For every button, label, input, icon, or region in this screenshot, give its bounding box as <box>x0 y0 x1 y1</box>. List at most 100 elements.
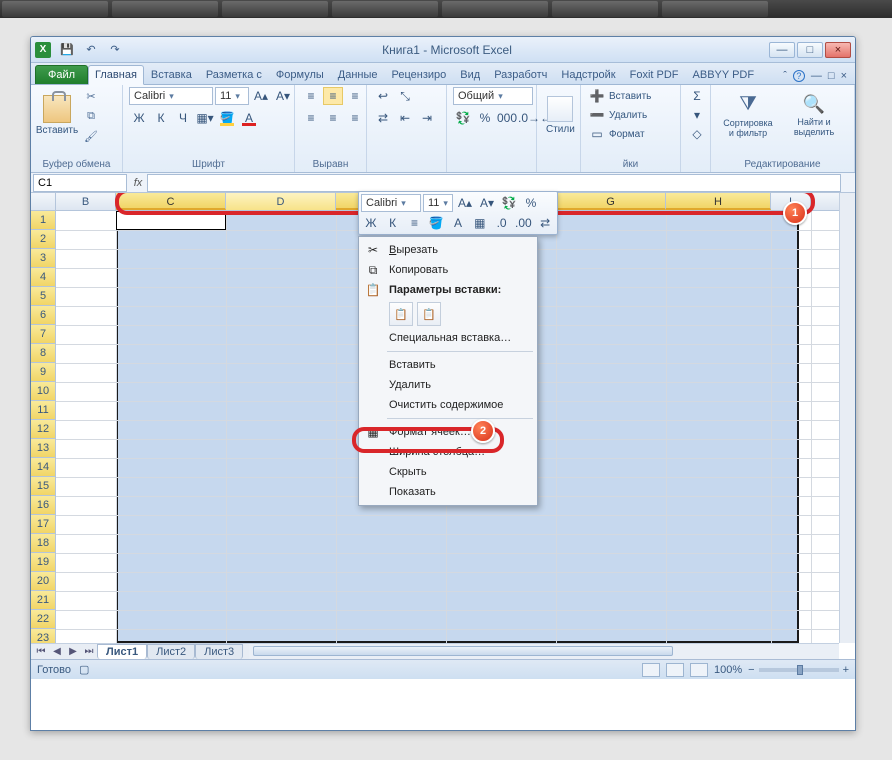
tab-developer[interactable]: Разработч <box>487 65 554 84</box>
comma-button[interactable]: 000 <box>497 109 517 127</box>
paste-option-1[interactable]: 📋 <box>389 302 413 326</box>
redo-button[interactable]: ↷ <box>105 41 125 59</box>
sheet-nav-prev[interactable]: ◀ <box>49 645 65 659</box>
tab-data[interactable]: Данные <box>331 65 385 84</box>
cell-delete-button[interactable]: ➖ <box>587 106 607 124</box>
row-header-6[interactable]: 6 <box>31 306 55 325</box>
help-icon[interactable]: ? <box>793 70 805 82</box>
find-select-button[interactable]: 🔍 Найти и выделить <box>783 87 845 143</box>
row-header-5[interactable]: 5 <box>31 287 55 306</box>
row-header-15[interactable]: 15 <box>31 477 55 496</box>
menu-hide[interactable]: Скрыть <box>359 462 537 482</box>
close-button[interactable]: × <box>825 42 851 58</box>
maximize-button[interactable]: □ <box>797 42 823 58</box>
mini-dec-dec[interactable]: .00 <box>513 214 533 232</box>
doc-max-icon[interactable]: □ <box>828 70 835 82</box>
formula-bar[interactable] <box>147 174 841 192</box>
view-break-button[interactable] <box>690 663 708 677</box>
row-header-13[interactable]: 13 <box>31 439 55 458</box>
save-button[interactable]: 💾 <box>57 41 77 59</box>
tab-pagelayout[interactable]: Разметка с <box>199 65 269 84</box>
tab-home[interactable]: Главная <box>88 65 144 85</box>
column-header-B[interactable]: B <box>56 193 116 210</box>
menu-show[interactable]: Показать <box>359 482 537 502</box>
row-header-14[interactable]: 14 <box>31 458 55 477</box>
row-header-22[interactable]: 22 <box>31 610 55 629</box>
menu-column-width[interactable]: Ширина столбца… <box>359 442 537 462</box>
row-header-1[interactable]: 1 <box>31 211 55 230</box>
mini-font-color[interactable]: A <box>448 214 468 232</box>
view-normal-button[interactable] <box>642 663 660 677</box>
bold-button[interactable]: Ж <box>129 109 149 127</box>
cut-button[interactable]: ✂ <box>81 87 101 105</box>
zoom-in-button[interactable]: + <box>843 664 849 676</box>
grow-font-button[interactable]: A▴ <box>251 87 271 105</box>
styles-button[interactable]: Стили <box>543 87 578 143</box>
fill-button[interactable]: ▾ <box>687 106 707 124</box>
row-header-9[interactable]: 9 <box>31 363 55 382</box>
mini-border[interactable]: ▦ <box>470 214 490 232</box>
macro-record-icon[interactable]: ▢ <box>79 663 89 676</box>
undo-button[interactable]: ↶ <box>81 41 101 59</box>
fill-color-button[interactable]: 🪣 <box>217 109 237 127</box>
column-header-H[interactable]: H <box>666 193 771 210</box>
align-left-button[interactable]: ≡ <box>301 109 321 127</box>
merge-button[interactable]: ⇄ <box>373 109 393 127</box>
tab-view[interactable]: Вид <box>453 65 487 84</box>
row-header-18[interactable]: 18 <box>31 534 55 553</box>
row-header-19[interactable]: 19 <box>31 553 55 572</box>
format-painter-button[interactable]: 🖌 <box>81 127 101 145</box>
tab-review[interactable]: Рецензиро <box>385 65 454 84</box>
name-box[interactable]: C1 <box>33 174 127 192</box>
font-name-combo[interactable]: Calibri▾ <box>129 87 213 105</box>
menu-clear[interactable]: Очистить содержимое <box>359 395 537 415</box>
menu-format-cells[interactable]: ▦Формат ячеек… <box>359 422 537 442</box>
align-top-button[interactable]: ≡ <box>301 87 321 105</box>
align-middle-button[interactable]: ≡ <box>323 87 343 105</box>
mini-inc-dec[interactable]: .0 <box>492 214 512 232</box>
mini-italic[interactable]: К <box>383 214 403 232</box>
cell-format-button[interactable]: ▭ <box>587 125 607 143</box>
doc-min-icon[interactable]: — <box>811 70 822 82</box>
column-header-D[interactable]: D <box>226 193 336 210</box>
underline-button[interactable]: Ч <box>173 109 193 127</box>
doc-close-icon[interactable]: × <box>841 70 847 82</box>
mini-fill-color[interactable]: 🪣 <box>426 214 446 232</box>
menu-paste-special[interactable]: Специальная вставка… <box>359 328 537 348</box>
row-header-16[interactable]: 16 <box>31 496 55 515</box>
row-header-10[interactable]: 10 <box>31 382 55 401</box>
row-header-4[interactable]: 4 <box>31 268 55 287</box>
ribbon-minimize-icon[interactable]: ˆ <box>783 70 787 82</box>
mini-bold[interactable]: Ж <box>361 214 381 232</box>
italic-button[interactable]: К <box>151 109 171 127</box>
mini-merge[interactable]: ⇄ <box>535 214 555 232</box>
align-center-button[interactable]: ≡ <box>323 109 343 127</box>
fx-icon[interactable]: fx <box>129 177 147 189</box>
title-bar[interactable]: X 💾 ↶ ↷ Книга1 - Microsoft Excel — □ × <box>31 37 855 63</box>
tab-formulas[interactable]: Формулы <box>269 65 331 84</box>
sort-filter-button[interactable]: ⧩ Сортировка и фильтр <box>717 87 779 143</box>
sheet-tab-2[interactable]: Лист2 <box>147 644 195 659</box>
column-header-C[interactable]: C <box>116 193 226 210</box>
cell-insert-button[interactable]: ➕ <box>587 87 607 105</box>
sheet-tab-1[interactable]: Лист1 <box>97 644 147 659</box>
tab-insert[interactable]: Вставка <box>144 65 199 84</box>
shrink-font-button[interactable]: A▾ <box>273 87 293 105</box>
file-tab[interactable]: Файл <box>35 65 88 84</box>
row-header-17[interactable]: 17 <box>31 515 55 534</box>
number-format-combo[interactable]: Общий▾ <box>453 87 533 105</box>
mini-percent[interactable]: % <box>521 194 541 212</box>
mini-currency[interactable]: 💱 <box>499 194 519 212</box>
row-header-3[interactable]: 3 <box>31 249 55 268</box>
mini-align[interactable]: ≡ <box>405 214 425 232</box>
align-right-button[interactable]: ≡ <box>345 109 365 127</box>
select-all-corner[interactable] <box>31 193 56 211</box>
clear-button[interactable]: ◇ <box>687 125 707 143</box>
align-bottom-button[interactable]: ≡ <box>345 87 365 105</box>
sheet-nav-first[interactable]: ⏮ <box>33 645 49 659</box>
font-color-button[interactable]: A <box>239 109 259 127</box>
autosum-button[interactable]: Σ <box>687 87 707 105</box>
row-header-20[interactable]: 20 <box>31 572 55 591</box>
row-header-11[interactable]: 11 <box>31 401 55 420</box>
mini-size-combo[interactable]: 11▾ <box>423 194 453 212</box>
